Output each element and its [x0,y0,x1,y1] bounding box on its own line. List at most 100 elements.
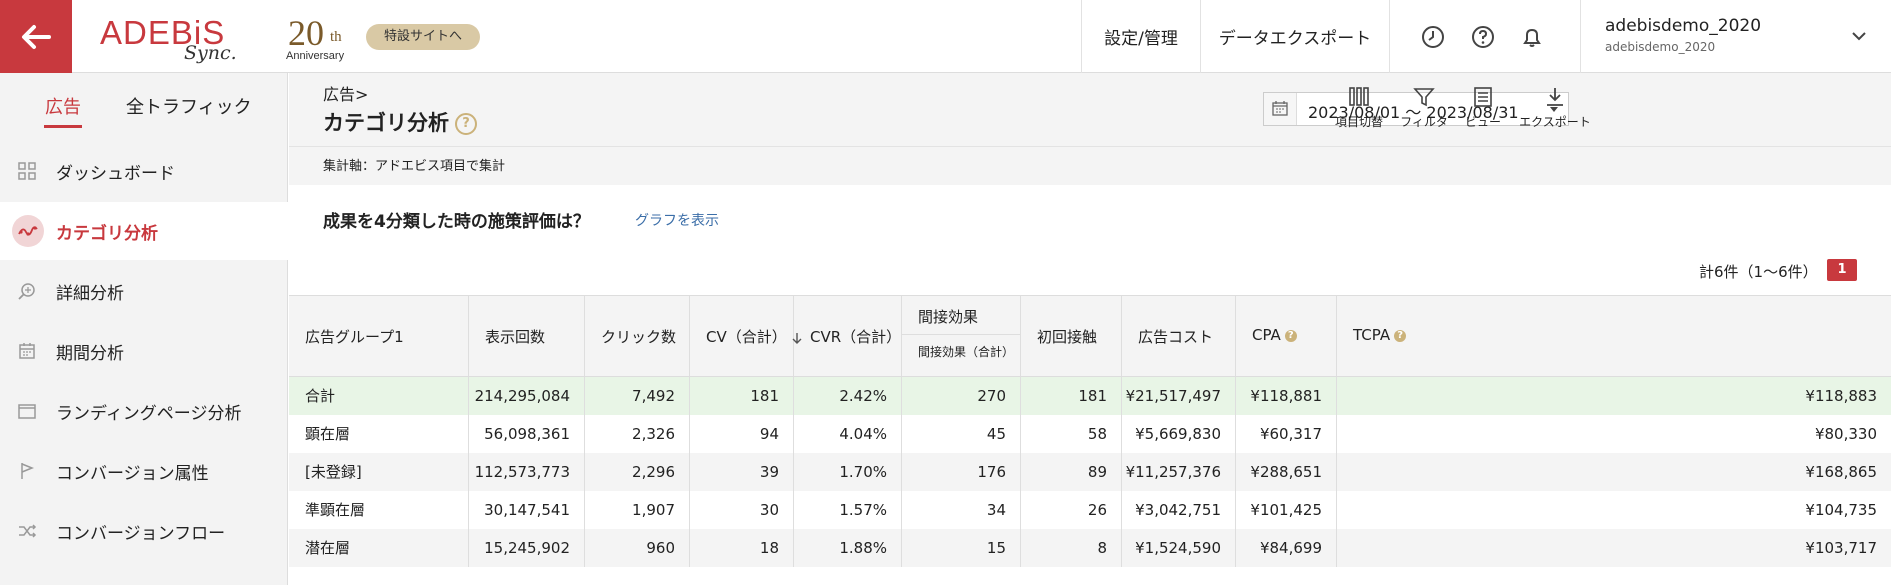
cell-cpa: ¥60,317 [1236,415,1337,453]
sidebar-item-dashboard[interactable]: ダッシュボード [0,142,288,200]
sidebar-item-category-analysis[interactable]: カテゴリ分析 [0,202,288,260]
user-name: adebisdemo_2020 [1605,16,1762,36]
col-header-cpa[interactable]: CPA? [1236,296,1337,376]
tool-label: フィルタ [1400,115,1448,129]
cell-group: 潜在層 [289,529,469,567]
history-icon[interactable] [1420,24,1446,50]
back-button[interactable] [0,0,72,73]
flag-icon [21,463,35,479]
shuffle-icon [19,524,37,538]
indirect-sub-label: 間接効果（合計） [918,345,1015,359]
export-button[interactable]: エクスポート [1515,85,1595,141]
breadcrumb[interactable]: 広告> [323,81,368,105]
cell-indirect: 34 [902,491,1021,529]
col-header-cvr[interactable]: CVR（合計） [794,296,902,376]
filter-icon [1413,88,1435,107]
page-number-badge[interactable]: 1 [1827,259,1857,281]
cell-indirect: 15 [902,529,1021,567]
col-header-group[interactable]: 広告グループ1 [289,296,469,376]
main-content: 広告> カテゴリ分析? 2023/08/01 ～ 2023/08/31 項目切替 [289,73,1891,585]
table-header-row: 広告グループ1 表示回数 クリック数 CV（合計） CVR（合計） 間接効果 間… [289,295,1891,377]
tab-all-traffic[interactable]: 全トラフィック [126,93,252,119]
cell-tcpa: ¥103,717 [1805,539,1877,557]
show-graph-link[interactable]: グラフを表示 [635,210,719,230]
cell-cvr: 4.04% [794,415,902,453]
special-site-button[interactable]: 特設サイトへ [366,24,481,50]
tab-ads[interactable]: 広告 [45,93,81,119]
sidebar-item-conversion-flow[interactable]: コンバージョンフロー [0,502,288,560]
section-question: 成果を4分類した時の施策評価は？ [323,212,590,232]
cell-cv: 181 [690,377,794,415]
column-switch-button[interactable]: 項目切替 [1327,85,1391,141]
sidebar-item-label: 期間分析 [56,343,124,364]
help-icon[interactable]: ? [1284,329,1297,342]
cell-first-contact: 58 [1021,415,1122,453]
table-total-row: 合計 214,295,084 7,492 181 2.42% 270 181 ¥21,517,… [289,377,1891,415]
data-export-button[interactable]: データエクスポート [1200,0,1390,73]
help-icon[interactable] [1470,24,1496,50]
cell-cpa: ¥118,881 [1236,377,1337,415]
cell-tcpa: ¥104,735 [1805,501,1877,519]
sidebar-item-landing-page-analysis[interactable]: ランディングページ分析 [0,382,288,440]
col-header-first-contact[interactable]: 初回接触 [1021,296,1122,376]
calendar-icon [1264,93,1297,125]
col-header-tcpa[interactable]: TCPA? [1337,296,1891,376]
cell-first-contact: 8 [1021,529,1122,567]
sidebar-tabs: 広告 全トラフィック [0,73,288,133]
sidebar-item-label: カテゴリ分析 [56,223,158,244]
col-header-impressions[interactable]: 表示回数 [469,296,585,376]
sidebar-item-label: 詳細分析 [56,283,124,304]
sidebar-item-period-analysis[interactable]: 期間分析 [0,322,288,380]
active-tab-indicator [44,125,82,128]
cell-cpa: ¥288,651 [1236,453,1337,491]
cell-indirect: 270 [902,377,1021,415]
sidebar-item-conversion-attributes[interactable]: コンバージョン属性 [0,442,288,500]
tool-label: エクスポート [1519,115,1591,129]
columns-icon [1349,87,1369,106]
cell-first-contact: 26 [1021,491,1122,529]
user-menu[interactable]: adebisdemo_2020 adebisdemo_2020 [1580,0,1891,73]
cell-group: 顕在層 [289,415,469,453]
cell-cv: 94 [690,415,794,453]
cell-cv: 18 [690,529,794,567]
table-row: 潜在層 15,245,902 960 18 1.88% 15 8 ¥1,524,590 ¥84,… [289,529,1891,567]
cell-ad-cost: ¥3,042,751 [1122,491,1236,529]
bell-icon[interactable] [1519,24,1545,50]
table-row: 準顕在層 30,147,541 1,907 30 1.57% 34 26 ¥3,042,751… [289,491,1891,529]
help-icon[interactable]: ? [455,113,477,135]
cell-ad-cost: ¥11,257,376 [1122,453,1236,491]
cell-tcpa: ¥168,865 [1805,463,1877,481]
header-divider [902,334,1020,335]
sidebar-item-detail-analysis[interactable]: 詳細分析 [0,262,288,320]
cell-tcpa: ¥118,883 [1805,387,1877,405]
result-count: 計6件（1〜6件） [1699,263,1818,281]
cell-cvr: 1.70% [794,453,902,491]
download-icon [1547,88,1563,106]
settings-button[interactable]: 設定/管理 [1081,0,1200,73]
cell-group: 準顕在層 [289,491,469,529]
cell-impressions: 214,295,084 [469,377,585,415]
view-button[interactable]: ビュー [1451,85,1515,141]
col-header-indirect[interactable]: 間接効果 間接効果（合計） [902,296,1021,376]
grid-icon [18,162,36,180]
page-title-text: カテゴリ分析 [323,111,449,135]
help-icon[interactable]: ? [1394,329,1407,342]
col-header-ad-cost[interactable]: 広告コスト [1122,296,1236,376]
zoom-icon [18,283,35,300]
sidebar-item-label: ランディングページ分析 [56,403,242,424]
cell-ad-cost: ¥5,669,830 [1122,415,1236,453]
cell-impressions: 56,098,361 [469,415,585,453]
calendar-icon [19,343,35,359]
filter-button[interactable]: フィルタ [1392,85,1456,141]
arrow-left-icon [22,24,51,49]
cell-clicks: 1,907 [585,491,690,529]
user-account: adebisdemo_2020 [1605,40,1716,54]
col-header-cv[interactable]: CV（合計） [690,296,802,376]
top-header: ADEBiS Sync. 20 th Anniversary 特設サイトへ 設定… [0,0,1891,73]
view-list-icon [1474,87,1492,107]
anniversary-number: 20 [288,13,324,53]
anniversary-logo: 20 th Anniversary [286,12,360,64]
adebis-logo[interactable]: ADEBiS Sync. [100,14,240,64]
table-row: [未登録] 112,573,773 2,296 39 1.70% 176 89 ¥11,257… [289,453,1891,491]
col-header-clicks[interactable]: クリック数 [585,296,690,376]
